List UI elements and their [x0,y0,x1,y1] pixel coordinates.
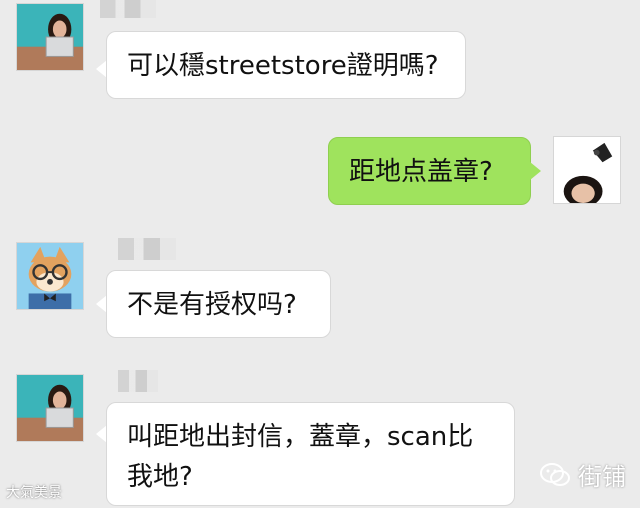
message-bubble-incoming[interactable]: 可以穩streetstore證明嗎? [106,31,466,99]
girl-ipad-avatar[interactable] [16,3,84,71]
sender-name-blurred [118,370,158,392]
message-text: 距地点盖章? [349,157,493,187]
shiba-glasses-avatar[interactable] [16,242,84,310]
message-text: 叫距地出封信，蓋章，scan比我地? [127,422,474,492]
message-text: 可以穩streetstore證明嗎? [127,51,439,81]
sender-name-blurred [100,0,156,18]
watermark-left-label: 大氣美景 [6,485,62,501]
sender-name-blurred [118,238,176,260]
wechat-icon [540,462,570,487]
girl-bird-avatar[interactable] [553,136,621,204]
message-text: 不是有授权吗? [127,290,297,320]
watermark-left: 大氣美景 [6,482,62,502]
girl-ipad-avatar[interactable] [16,374,84,442]
message-bubble-outgoing[interactable]: 距地点盖章? [328,137,531,205]
watermark-label: 街铺 [578,463,626,491]
message-bubble-incoming[interactable]: 叫距地出封信，蓋章，scan比我地? [106,402,515,506]
message-bubble-incoming[interactable]: 不是有授权吗? [106,270,331,338]
bubble-tail [530,162,541,180]
watermark: 街铺 [540,457,626,492]
